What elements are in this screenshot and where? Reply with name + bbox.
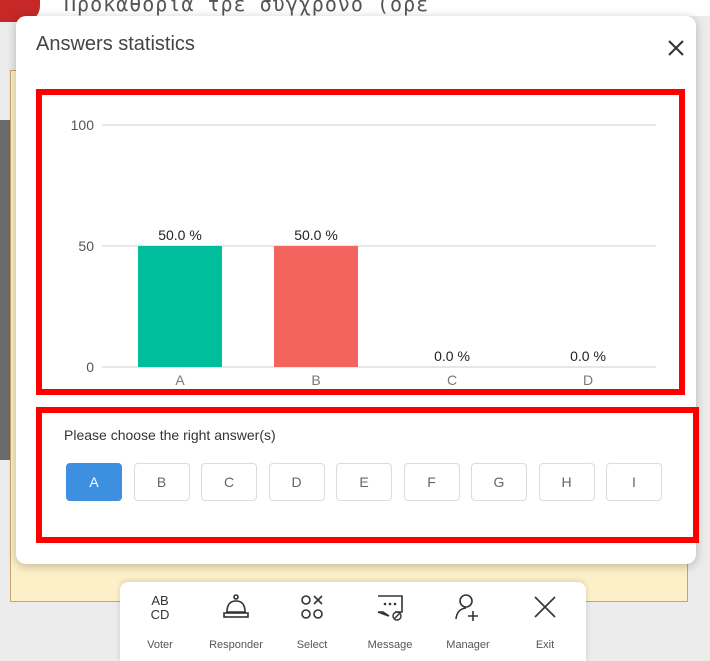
answer-option-c[interactable]: C	[201, 463, 257, 501]
voter-button[interactable]: AB CD Voter	[125, 582, 195, 661]
message-label: Message	[367, 639, 413, 651]
bar-a	[138, 246, 222, 367]
x-tick-label: A	[175, 372, 185, 388]
manager-button[interactable]: Manager	[433, 582, 503, 661]
answers-statistics-dialog: Answers statistics 0 50 100 50.0 % A 50.0 % B 0…	[16, 16, 699, 564]
close-icon	[668, 40, 684, 56]
answer-option-g[interactable]: G	[471, 463, 527, 501]
close-button[interactable]	[662, 34, 690, 62]
bar-b	[274, 246, 358, 367]
answer-choice-highlight: Please choose the right answer(s) ABCDEF…	[36, 407, 699, 543]
bell-icon	[223, 594, 249, 618]
answer-option-f[interactable]: F	[403, 463, 460, 501]
exit-button[interactable]: Exit	[510, 582, 580, 661]
bottom-toolbar: AB CD Voter Responder Select Message Man…	[120, 582, 586, 661]
voter-label: Voter	[147, 639, 173, 651]
exit-label: Exit	[535, 639, 555, 651]
y-tick-label: 100	[71, 117, 95, 133]
answer-option-e[interactable]: E	[336, 463, 392, 501]
answers-bar-chart: 0 50 100 50.0 % A 50.0 % B 0.0 % C 0.0 % D	[71, 117, 656, 388]
dialog-title: Answers statistics	[36, 33, 195, 55]
data-label: 0.0 %	[570, 348, 606, 364]
select-icon	[301, 595, 323, 619]
data-label: 50.0 %	[158, 227, 202, 243]
background-app-header: Προκαθορια τρε συγχρονο (ορε	[0, 0, 710, 16]
voter-icon: AB CD	[151, 593, 170, 622]
answer-option-i[interactable]: I	[606, 463, 662, 501]
responder-label: Responder	[209, 639, 263, 651]
svg-text:AB: AB	[151, 593, 168, 608]
data-label: 0.0 %	[434, 348, 470, 364]
message-button[interactable]: Message	[355, 582, 425, 661]
answer-option-h[interactable]: H	[538, 463, 595, 501]
data-label: 50.0 %	[294, 227, 338, 243]
answer-option-a[interactable]: A	[66, 463, 122, 501]
manager-label: Manager	[446, 639, 490, 651]
answer-option-d[interactable]: D	[268, 463, 325, 501]
y-tick-label: 0	[86, 359, 94, 375]
x-tick-label: B	[311, 372, 320, 388]
statistics-chart-highlight: 0 50 100 50.0 % A 50.0 % B 0.0 % C 0.0 % D	[36, 89, 685, 395]
answer-option-b[interactable]: B	[133, 463, 190, 501]
background-left-strip	[0, 120, 10, 460]
select-button[interactable]: Select	[277, 582, 347, 661]
answer-prompt: Please choose the right answer(s)	[64, 427, 276, 443]
add-user-icon	[455, 594, 478, 621]
exit-icon	[534, 596, 556, 618]
message-icon	[377, 595, 403, 621]
x-tick-label: D	[583, 372, 593, 388]
svg-text:CD: CD	[151, 607, 170, 622]
background-heading-text: Προκαθορια τρε συγχρονο (ορε	[64, 0, 430, 16]
select-label: Select	[296, 639, 328, 651]
responder-button[interactable]: Responder	[201, 582, 271, 661]
x-tick-label: C	[447, 372, 457, 388]
y-tick-label: 50	[78, 238, 94, 254]
